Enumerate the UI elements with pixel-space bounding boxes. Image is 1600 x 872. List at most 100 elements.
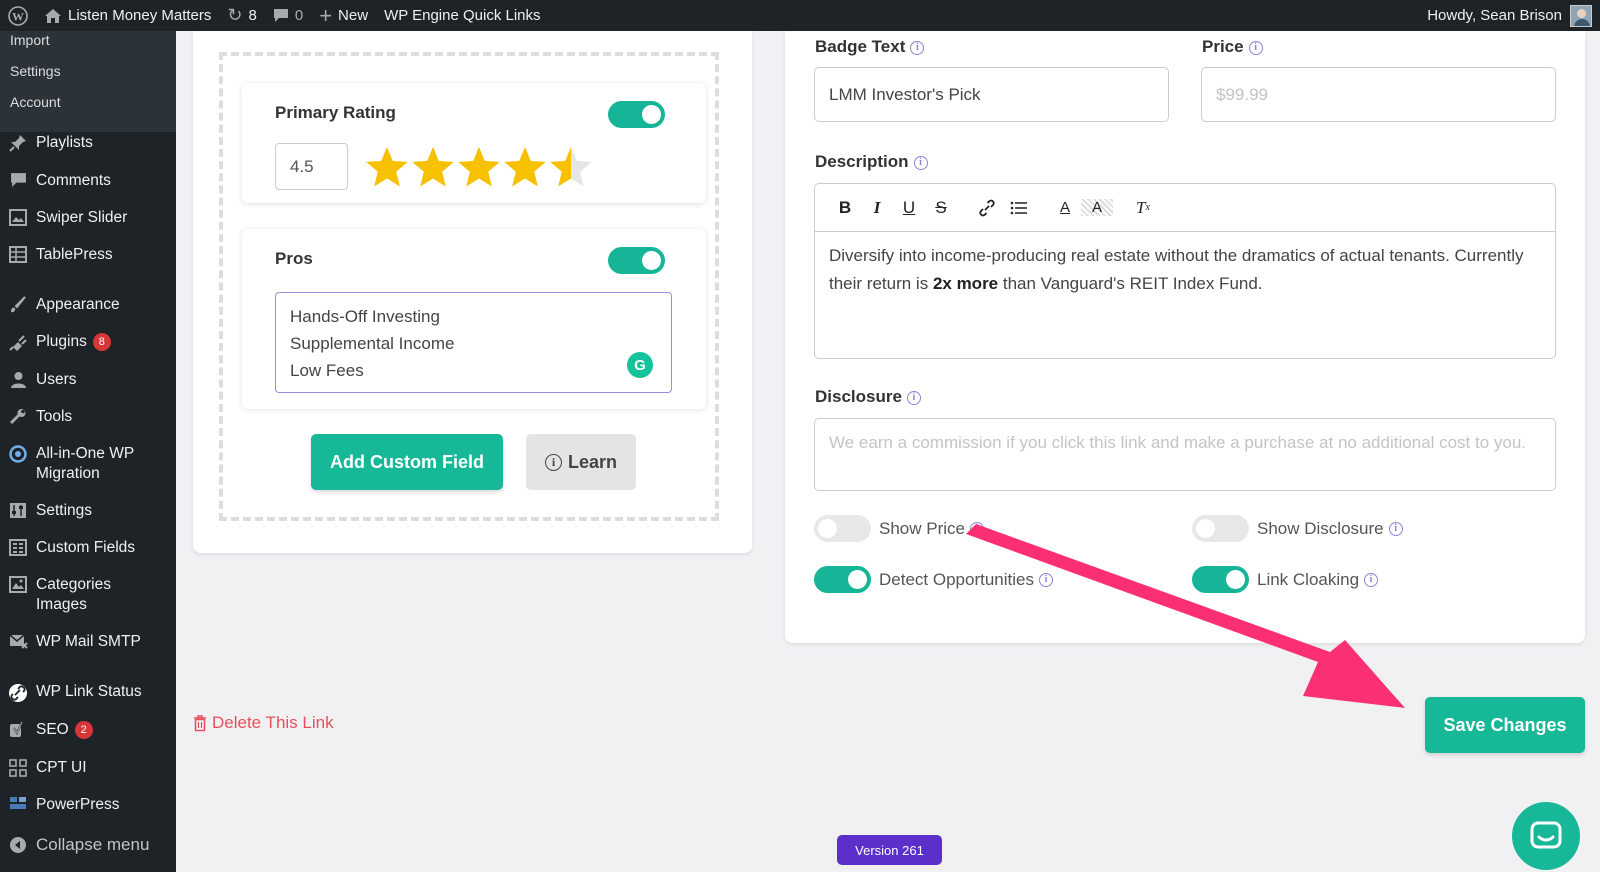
sidebar-item-swiper-slider[interactable]: Swiper Slider xyxy=(0,208,176,228)
editor-toolbar: B I U S A A Tx xyxy=(815,184,1555,232)
add-custom-field-button[interactable]: Add Custom Field xyxy=(311,434,503,490)
description-label: Description i xyxy=(815,152,928,172)
site-name: Listen Money Matters xyxy=(68,7,212,24)
strikethrough-icon[interactable]: S xyxy=(925,198,957,218)
info-icon[interactable]: i xyxy=(1248,40,1263,55)
sidebar-item-tablepress[interactable]: TablePress xyxy=(0,245,176,265)
sidebar-item-comments[interactable]: Comments xyxy=(0,171,176,191)
sidebar-item-categories-images[interactable]: Categories Images xyxy=(0,575,176,615)
clear-format-icon[interactable]: Tx xyxy=(1127,198,1159,218)
sidebar-item-settings[interactable]: Settings xyxy=(0,501,176,521)
star-icon[interactable] xyxy=(502,144,548,190)
submenu-account[interactable]: Account xyxy=(0,93,176,124)
chat-widget-button[interactable] xyxy=(1512,802,1580,870)
italic-icon[interactable]: I xyxy=(861,198,893,218)
half-star-icon[interactable] xyxy=(548,144,594,190)
sidebar-item-all-in-one-wp-migration[interactable]: All-in-One WP Migration xyxy=(0,444,176,484)
description-editor: B I U S A A Tx Diversify into income-pro… xyxy=(814,183,1556,359)
disclosure-textarea[interactable]: We earn a commission if you click this l… xyxy=(814,418,1556,491)
sidebar-item-tools[interactable]: Tools xyxy=(0,407,176,427)
star-icon[interactable] xyxy=(364,144,410,190)
submenu: Import Settings Account xyxy=(0,31,176,132)
link-cloaking-toggle[interactable] xyxy=(1192,566,1249,593)
link-cloaking-switch[interactable]: Link Cloaking i xyxy=(1192,566,1379,593)
submenu-import[interactable]: Import xyxy=(0,31,176,62)
wp-engine-quick-links[interactable]: WP Engine Quick Links xyxy=(376,0,548,31)
sidebar-item-cpt-ui[interactable]: CPT UI xyxy=(0,758,176,778)
badge-text-input[interactable]: LMM Investor's Pick xyxy=(814,67,1169,122)
sidebar-item-plugins[interactable]: Plugins 8 xyxy=(0,332,176,352)
sidebar-item-powerpress[interactable]: PowerPress xyxy=(0,795,176,815)
sidebar-item-label: WP Mail SMTP xyxy=(36,633,141,650)
submenu-settings[interactable]: Settings xyxy=(0,62,176,93)
delete-label: Delete This Link xyxy=(212,713,334,732)
save-changes-button[interactable]: Save Changes xyxy=(1425,697,1585,753)
collapse-menu-button[interactable]: Collapse menu xyxy=(0,835,176,855)
image-icon xyxy=(0,575,36,593)
show-disclosure-toggle[interactable] xyxy=(1192,515,1249,542)
sidebar-item-wp-mail-smtp[interactable]: WP Mail SMTP xyxy=(0,632,176,652)
pros-title: Pros xyxy=(275,249,313,268)
comments-link[interactable]: 0 xyxy=(265,0,311,31)
sidebar-item-seo[interactable]: SEO 2 xyxy=(0,720,176,740)
link-icon[interactable] xyxy=(971,199,1003,217)
pros-panel: Pros Hands-Off Investing Supplemental In… xyxy=(242,229,706,409)
detect-opportunities-toggle[interactable] xyxy=(814,566,871,593)
pros-toggle[interactable] xyxy=(608,247,665,274)
chat-icon xyxy=(1530,821,1562,849)
bold-icon[interactable]: B xyxy=(829,198,861,218)
home-icon xyxy=(44,8,62,24)
fields-icon xyxy=(0,538,36,556)
primary-rating-toggle[interactable] xyxy=(608,101,665,128)
sidebar-item-custom-fields[interactable]: Custom Fields xyxy=(0,538,176,558)
podcast-icon xyxy=(0,795,36,810)
user-icon xyxy=(0,370,36,389)
sidebar-item-wp-link-status[interactable]: WP Link Status xyxy=(0,682,176,703)
info-icon[interactable]: i xyxy=(906,390,921,405)
info-icon[interactable]: i xyxy=(969,521,984,536)
star-rating[interactable] xyxy=(364,144,594,190)
sidebar-item-label-wrap: SEO 2 xyxy=(36,720,93,740)
info-icon[interactable]: i xyxy=(1364,572,1379,587)
badge-text-label: Badge Text i xyxy=(815,37,925,57)
show-price-toggle[interactable] xyxy=(814,515,871,542)
wordpress-logo-icon[interactable]: W xyxy=(0,0,36,31)
sidebar-item-label: Tools xyxy=(36,408,73,425)
rating-value-input[interactable]: 4.5 xyxy=(275,143,348,190)
show-price-switch[interactable]: Show Price i xyxy=(814,515,984,542)
learn-button[interactable]: i Learn xyxy=(526,434,636,490)
info-icon[interactable]: i xyxy=(910,40,925,55)
description-body[interactable]: Diversify into income-producing real est… xyxy=(815,232,1555,308)
sidebar-item-label: Plugins xyxy=(36,333,87,350)
sidebar-item-users[interactable]: Users xyxy=(0,370,176,390)
show-disclosure-switch[interactable]: Show Disclosure i xyxy=(1192,515,1403,542)
info-icon[interactable]: i xyxy=(913,155,928,170)
sidebar-item-label: Categories Images xyxy=(36,576,111,613)
bullet-list-icon[interactable] xyxy=(1003,200,1035,216)
info-icon[interactable]: i xyxy=(1038,572,1053,587)
site-name-link[interactable]: Listen Money Matters xyxy=(36,0,219,31)
avatar xyxy=(1570,4,1592,27)
background-color-icon[interactable]: A xyxy=(1081,199,1113,216)
account-menu[interactable]: Howdy, Sean Brison xyxy=(1419,0,1600,31)
pros-textarea[interactable]: Hands-Off Investing Supplemental Income … xyxy=(275,292,672,393)
detect-opportunities-switch[interactable]: Detect Opportunities i xyxy=(814,566,1053,593)
seo-notification-badge: 2 xyxy=(74,720,93,739)
sidebar-item-appearance[interactable]: Appearance xyxy=(0,295,176,315)
grammarly-icon[interactable]: G xyxy=(627,352,653,378)
underline-icon[interactable]: U xyxy=(893,198,925,218)
delete-link-button[interactable]: Delete This Link xyxy=(193,713,334,733)
sidebar-item-label: SEO xyxy=(36,721,69,738)
sidebar-item-label: Playlists xyxy=(36,134,93,151)
info-icon[interactable]: i xyxy=(1388,521,1403,536)
star-icon[interactable] xyxy=(456,144,502,190)
updates-link[interactable]: ↻ 8 xyxy=(219,0,264,31)
star-icon[interactable] xyxy=(410,144,456,190)
text-color-icon[interactable]: A xyxy=(1049,199,1081,216)
new-content-link[interactable]: + New xyxy=(311,0,376,31)
sidebar-item-playlists[interactable]: Playlists xyxy=(0,133,176,153)
sidebar-item-label: CPT UI xyxy=(36,759,87,776)
grid-icon xyxy=(0,758,36,777)
price-input[interactable]: $99.99 xyxy=(1201,67,1556,122)
badge-text-label-text: Badge Text xyxy=(815,37,906,56)
